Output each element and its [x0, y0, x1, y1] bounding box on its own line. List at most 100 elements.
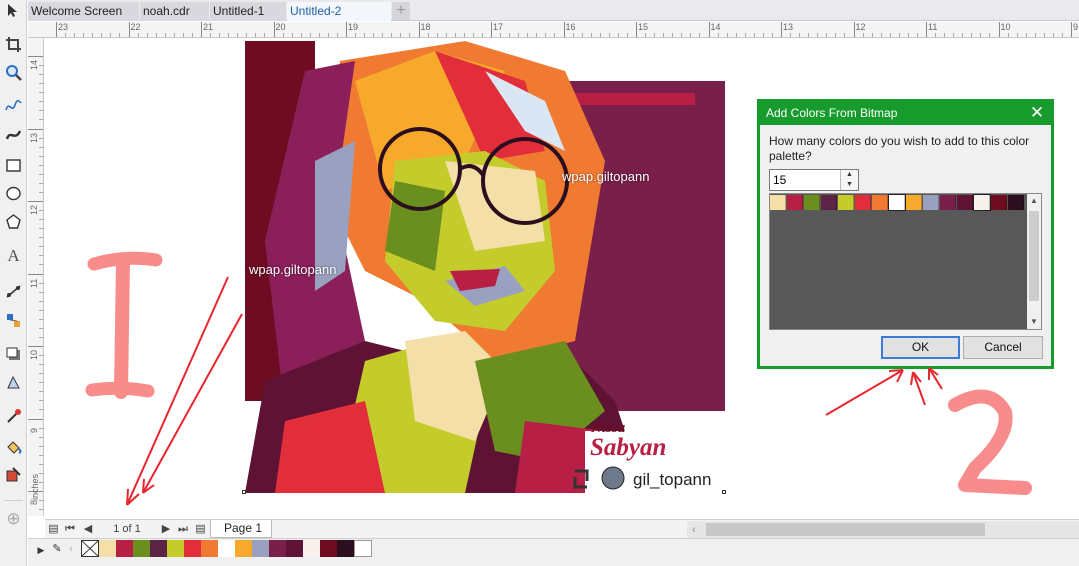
tab-untitled-2[interactable]: Untitled-2 — [287, 2, 391, 21]
ruler-label: 14 — [29, 59, 39, 70]
ruler-major-tick — [998, 22, 1000, 37]
spin-down-icon[interactable]: ▼ — [841, 180, 858, 190]
dialog-color-swatch[interactable] — [991, 195, 1007, 210]
ruler-minor-tick — [427, 33, 429, 37]
rectangle-tool-icon[interactable] — [3, 155, 24, 176]
ellipse-tool-icon[interactable] — [3, 183, 24, 204]
scroll-left-icon[interactable]: ‹ — [687, 522, 701, 539]
wpap-portrait-image[interactable]: Nissa Sabyan gil_topann wpap.giltopann w… — [245, 41, 725, 493]
palette-swatch[interactable] — [286, 540, 304, 557]
transparency-tool-icon[interactable] — [3, 372, 24, 393]
palette-swatch[interactable] — [167, 540, 185, 557]
connector-tool-icon[interactable] — [3, 281, 24, 302]
tab-untitled-1[interactable]: Untitled-1 — [210, 2, 286, 21]
ruler-minor-tick — [282, 33, 284, 37]
palette-eyedropper-icon[interactable]: ✎ — [50, 541, 64, 558]
color-list[interactable]: ▲ ▼ — [769, 193, 1042, 330]
freehand-tool-icon[interactable] — [3, 96, 24, 117]
fill-tool-icon[interactable] — [3, 436, 24, 457]
last-page-icon[interactable]: ⏭ — [176, 521, 190, 538]
pick-tool-icon[interactable] — [3, 0, 24, 21]
ruler-major-tick — [781, 22, 782, 37]
dialog-color-swatch[interactable] — [940, 195, 956, 210]
ruler-label: 11 — [29, 278, 39, 288]
selection-handle-br[interactable] — [722, 490, 726, 494]
ruler-minor-tick — [454, 33, 456, 37]
crop-tool-icon[interactable] — [3, 34, 24, 55]
shadow-tool-icon[interactable] — [3, 344, 24, 365]
palette-swatch[interactable] — [354, 540, 372, 557]
palette-scroll-left-icon[interactable]: ‹ — [66, 541, 76, 558]
palette-swatch[interactable] — [303, 540, 321, 557]
dialog-color-swatch[interactable] — [906, 195, 922, 210]
cancel-button[interactable]: Cancel — [963, 336, 1043, 359]
palette-swatch[interactable] — [116, 540, 134, 557]
palette-swatch[interactable] — [150, 540, 168, 557]
palette-menu-icon[interactable]: ▶ — [36, 542, 46, 559]
artistic-media-icon[interactable] — [3, 124, 24, 145]
next-page-icon[interactable]: ▶ — [159, 521, 173, 538]
palette-swatch[interactable] — [252, 540, 270, 557]
dialog-color-swatch[interactable] — [787, 195, 803, 210]
eyedropper-tool-icon[interactable] — [3, 406, 24, 427]
no-color-swatch[interactable] — [81, 540, 99, 557]
previous-page-icon[interactable]: ◀ — [81, 521, 95, 538]
dialog-color-swatch[interactable] — [770, 195, 786, 210]
horizontal-scroll-thumb[interactable] — [706, 523, 985, 536]
horizontal-scrollbar[interactable]: ‹ — [687, 521, 1079, 538]
blend-tool-icon[interactable] — [3, 310, 24, 331]
spin-up-icon[interactable]: ▲ — [841, 170, 858, 180]
text-tool-icon[interactable]: A — [3, 245, 24, 266]
ok-button[interactable]: OK — [881, 336, 960, 359]
scroll-down-icon[interactable]: ▼ — [1027, 315, 1041, 329]
scroll-up-icon[interactable]: ▲ — [1027, 194, 1041, 208]
close-icon[interactable]: ✕ — [1027, 102, 1047, 125]
dialog-color-swatch[interactable] — [973, 194, 991, 211]
tab-noah-cdr[interactable]: noah.cdr — [140, 2, 209, 21]
palette-swatch[interactable] — [218, 540, 236, 557]
palette-swatch[interactable] — [320, 540, 338, 557]
dialog-color-swatch[interactable] — [923, 195, 939, 210]
dialog-color-swatch[interactable] — [838, 195, 854, 210]
palette-swatch[interactable] — [133, 540, 151, 557]
ruler-minor-tick — [581, 33, 583, 37]
ruler-major-tick — [28, 418, 43, 420]
dialog-color-swatch[interactable] — [872, 195, 888, 210]
color-count-stepper[interactable]: ▲ ▼ — [840, 170, 858, 190]
page-options-icon[interactable]: ▤ — [47, 521, 60, 538]
document-tabbar: Welcome Screen noah.cdr Untitled-1 Untit… — [28, 0, 1079, 21]
dialog-color-swatch[interactable] — [804, 195, 820, 210]
dialog-color-swatch[interactable] — [888, 194, 906, 211]
new-tab-button[interactable]: + — [392, 2, 410, 20]
ruler-minor-tick — [617, 33, 619, 37]
add-page-icon[interactable]: ▤ — [194, 521, 207, 538]
dialog-color-swatch[interactable] — [1008, 195, 1024, 210]
smart-fill-icon[interactable] — [3, 464, 24, 485]
dialog-color-swatch[interactable] — [821, 195, 837, 210]
horizontal-ruler[interactable]: 23 22 21 20 19 18 17 16 15 14 13 12 11 10 9 — [28, 22, 1079, 38]
ruler-minor-tick — [110, 33, 112, 37]
vertical-ruler[interactable]: 14 13 12 11 10 9 8 — [28, 38, 44, 516]
ruler-minor-tick — [39, 210, 43, 212]
polygon-tool-icon[interactable] — [3, 211, 24, 232]
first-page-icon[interactable]: ⏮ — [63, 521, 77, 538]
tab-welcome-screen[interactable]: Welcome Screen — [28, 2, 139, 21]
palette-swatch[interactable] — [184, 540, 202, 557]
palette-swatch[interactable] — [99, 540, 117, 557]
dialog-color-swatch[interactable] — [855, 195, 871, 210]
tab-page-1[interactable]: Page 1 — [210, 520, 272, 538]
ruler-minor-tick — [237, 33, 239, 37]
palette-swatch[interactable] — [337, 540, 355, 557]
ruler-major-tick — [708, 22, 710, 37]
palette-swatch[interactable] — [201, 540, 219, 557]
add-tool-icon[interactable]: ⊕ — [3, 508, 24, 529]
dialog-scroll-thumb[interactable] — [1029, 211, 1039, 301]
zoom-tool-icon[interactable] — [3, 62, 24, 83]
ruler-major-tick — [201, 22, 202, 37]
palette-swatch[interactable] — [235, 540, 253, 557]
dialog-color-swatch[interactable] — [957, 195, 973, 210]
dialog-scrollbar[interactable]: ▲ ▼ — [1027, 194, 1041, 329]
ruler-minor-tick — [527, 33, 529, 37]
palette-swatch[interactable] — [269, 540, 287, 557]
selection-handle-bl[interactable] — [242, 490, 246, 494]
